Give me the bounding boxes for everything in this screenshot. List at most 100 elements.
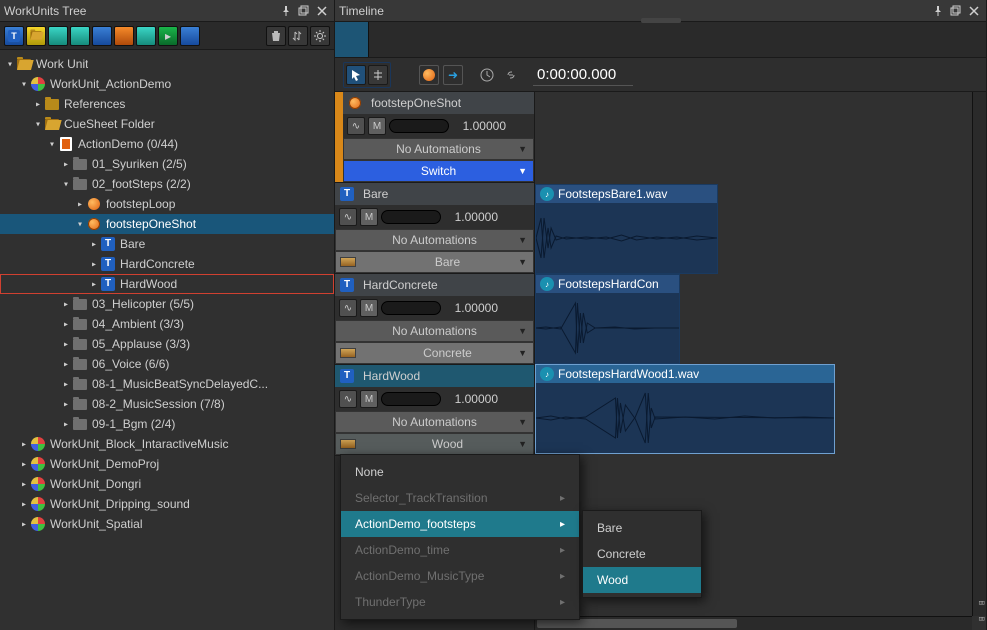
tool-btn-5[interactable] [92, 26, 112, 46]
resize-grip-icon[interactable]: ▫▫▫▫ [978, 594, 982, 626]
menu-item-footsteps[interactable]: ActionDemo_footsteps▸ [341, 511, 579, 537]
menu-item-tracktransition[interactable]: Selector_TrackTransition▸ [341, 485, 579, 511]
tree-item-syuriken[interactable]: ▸ 01_Syuriken (2/5) [0, 154, 334, 174]
record-icon[interactable] [419, 65, 439, 85]
clip-concrete[interactable]: ♪ FootstepsHardCon [535, 274, 680, 364]
mute-button[interactable]: M [360, 390, 378, 408]
tree-actiondemo-cue[interactable]: ▾ ActionDemo (0/44) [0, 134, 334, 154]
workunits-tree[interactable]: ▾ Work Unit ▾ WorkUnit_ActionDemo ▸ Refe… [0, 50, 334, 630]
tree-cuesheet-folder[interactable]: ▾ CueSheet Folder [0, 114, 334, 134]
mute-button[interactable]: M [368, 117, 386, 135]
waveform-icon[interactable]: ∿ [339, 208, 357, 226]
tree-item-ambient[interactable]: ▸ 04_Ambient (3/3) [0, 314, 334, 334]
tool-btn-9[interactable] [180, 26, 200, 46]
track-name: Bare [363, 187, 388, 201]
cursor-tool-icon[interactable] [346, 65, 366, 85]
tree-wu-spatial[interactable]: ▸ WorkUnit_Spatial [0, 514, 334, 534]
timeline-toolbar: ➜ 0:00:00.000 [335, 58, 986, 92]
tool-btn-4[interactable] [70, 26, 90, 46]
tree-item-musicbeat[interactable]: ▸ 08-1_MusicBeatSyncDelayedC... [0, 374, 334, 394]
timecode-display[interactable]: 0:00:00.000 [533, 64, 633, 86]
menu-item-none[interactable]: None [341, 459, 579, 485]
tool-btn-folder[interactable] [26, 26, 46, 46]
track-header-bare[interactable]: T Bare ∿ M 1.00000 No Automations▼ Bare▼ [335, 183, 534, 274]
tree-wu-dongri[interactable]: ▸ WorkUnit_Dongri [0, 474, 334, 494]
tree-item-footsteploop[interactable]: ▸ footstepLoop [0, 194, 334, 214]
volume-slider[interactable] [381, 210, 441, 224]
restore-icon[interactable] [948, 3, 964, 19]
volume-slider[interactable] [381, 301, 441, 315]
pin-icon[interactable] [278, 3, 294, 19]
tree-item-musicsession[interactable]: ▸ 08-2_MusicSession (7/8) [0, 394, 334, 414]
pin-icon[interactable] [930, 3, 946, 19]
tree-item-bgm[interactable]: ▸ 09-1_Bgm (2/4) [0, 414, 334, 434]
tree-wu-demo[interactable]: ▸ WorkUnit_DemoProj [0, 454, 334, 474]
volume-slider[interactable] [389, 119, 449, 133]
tree-wu-drip[interactable]: ▸ WorkUnit_Dripping_sound [0, 494, 334, 514]
tool-btn-7[interactable] [136, 26, 156, 46]
link-icon[interactable] [501, 65, 521, 85]
trash-icon[interactable] [266, 26, 286, 46]
selector-dropdown[interactable]: Bare▼ [335, 251, 534, 273]
tree-item-applause[interactable]: ▸ 05_Applause (3/3) [0, 334, 334, 354]
tree-item-bare[interactable]: ▸ T Bare [0, 234, 334, 254]
tree-item-footsteponeshot[interactable]: ▾ footstepOneShot [0, 214, 334, 234]
close-icon[interactable] [314, 3, 330, 19]
automations-dropdown[interactable]: No Automations▼ [343, 138, 534, 160]
track-header-concrete[interactable]: T HardConcrete ∿ M 1.00000 No Automation… [335, 274, 534, 365]
tree-workunit-actiondemo[interactable]: ▾ WorkUnit_ActionDemo [0, 74, 334, 94]
tree-item-voice[interactable]: ▸ 06_Voice (6/6) [0, 354, 334, 374]
automations-dropdown[interactable]: No Automations▼ [335, 411, 534, 433]
timeline-tab-strip [335, 22, 986, 58]
sort-icon[interactable] [288, 26, 308, 46]
menu-item-musictype[interactable]: ActionDemo_MusicType▸ [341, 563, 579, 589]
mute-button[interactable]: M [360, 208, 378, 226]
play-icon[interactable]: ➜ [443, 65, 463, 85]
automations-dropdown[interactable]: No Automations▼ [335, 229, 534, 251]
clip-name: FootstepsHardWood1.wav [558, 367, 699, 381]
tree-wu-block[interactable]: ▸ WorkUnit_Block_IntaractiveMusic [0, 434, 334, 454]
drag-handle-icon[interactable] [641, 18, 681, 23]
tool-btn-6[interactable] [114, 26, 134, 46]
selector-icon [340, 439, 356, 449]
selector-icon [340, 348, 356, 358]
tool-btn-flag[interactable]: ▸ [158, 26, 178, 46]
tree-item-hardconcrete[interactable]: ▸ T HardConcrete [0, 254, 334, 274]
switch-dropdown[interactable]: Switch▼ [343, 160, 534, 182]
selector-dropdown[interactable]: Wood▼ [335, 433, 534, 455]
clip-bare[interactable]: ♪ FootstepsBare1.wav [535, 184, 718, 274]
tree-item-hardwood[interactable]: ▸ T HardWood [0, 274, 334, 294]
volume-slider[interactable] [381, 392, 441, 406]
waveform-icon[interactable]: ∿ [339, 390, 357, 408]
clip-name: FootstepsBare1.wav [558, 187, 667, 201]
restore-icon[interactable] [296, 3, 312, 19]
tree-references[interactable]: ▸ References [0, 94, 334, 114]
clock-icon[interactable] [477, 65, 497, 85]
waveform-icon[interactable]: ∿ [347, 117, 365, 135]
tree-item-footsteps[interactable]: ▾ 02_footSteps (2/2) [0, 174, 334, 194]
tree-root[interactable]: ▾ Work Unit [0, 54, 334, 74]
clip-wood[interactable]: ♪ FootstepsHardWood1.wav [535, 364, 835, 454]
waveform-icon[interactable]: ∿ [339, 299, 357, 317]
gear-icon[interactable] [310, 26, 330, 46]
mute-button[interactable]: M [360, 299, 378, 317]
menu-item-time[interactable]: ActionDemo_time▸ [341, 537, 579, 563]
submenu-item-concrete[interactable]: Concrete [583, 541, 701, 567]
track-header-oneshot[interactable]: footstepOneShot ∿ M 1.00000 No Automatio… [335, 92, 534, 183]
selector-dropdown[interactable]: Concrete▼ [335, 342, 534, 364]
submenu-item-wood[interactable]: Wood [583, 567, 701, 593]
vertical-scrollbar[interactable] [972, 92, 986, 616]
submenu-item-bare[interactable]: Bare [583, 515, 701, 541]
track-name: HardConcrete [363, 278, 438, 292]
cut-tool-icon[interactable] [368, 65, 388, 85]
menu-item-thundertype[interactable]: ThunderType▸ [341, 589, 579, 615]
tool-btn-1[interactable]: T [4, 26, 24, 46]
automations-dropdown[interactable]: No Automations▼ [335, 320, 534, 342]
scrollbar-thumb[interactable] [537, 619, 737, 628]
horizontal-scrollbar[interactable] [535, 616, 972, 630]
close-icon[interactable] [966, 3, 982, 19]
tool-btn-3[interactable] [48, 26, 68, 46]
waveform-icon: ♪ [540, 187, 554, 201]
track-header-wood[interactable]: T HardWood ∿ M 1.00000 No Automations▼ W… [335, 365, 534, 456]
tree-item-helicopter[interactable]: ▸ 03_Helicopter (5/5) [0, 294, 334, 314]
